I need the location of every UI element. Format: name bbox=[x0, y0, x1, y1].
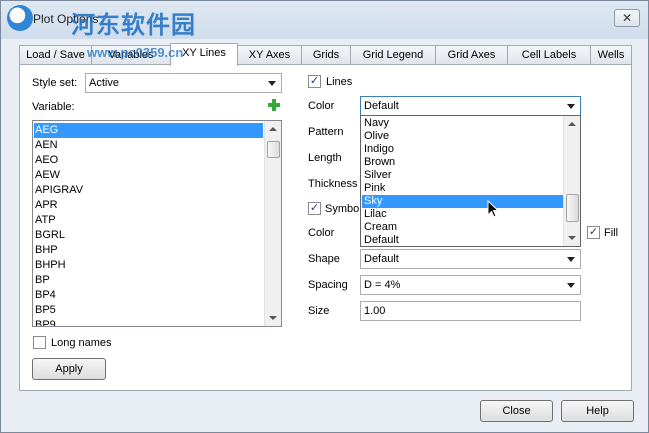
spacing-value: D = 4% bbox=[364, 279, 401, 291]
list-item[interactable]: APR bbox=[34, 198, 263, 213]
app-icon bbox=[7, 5, 33, 31]
line-color-value: Default bbox=[364, 100, 399, 112]
list-item[interactable]: BP4 bbox=[34, 288, 263, 303]
tab-wells[interactable]: Wells bbox=[590, 45, 632, 65]
style-set-value: Active bbox=[89, 77, 119, 89]
thickness-label: Thickness bbox=[308, 178, 358, 190]
help-button[interactable]: Help bbox=[561, 400, 634, 422]
scroll-thumb[interactable] bbox=[566, 194, 579, 222]
scroll-thumb[interactable] bbox=[267, 141, 280, 158]
variable-label: Variable: bbox=[32, 101, 75, 113]
scroll-up-icon[interactable] bbox=[568, 122, 576, 126]
tab-grid-legend[interactable]: Grid Legend bbox=[350, 45, 436, 65]
scroll-down-icon[interactable] bbox=[269, 316, 277, 320]
line-color-dropdown[interactable]: Navy Olive Indigo Brown Silver Pink Sky … bbox=[360, 115, 581, 247]
length-label: Length bbox=[308, 152, 342, 164]
fill-checkbox[interactable]: ✓ bbox=[587, 226, 600, 239]
list-item[interactable]: AEG bbox=[34, 123, 263, 138]
color-option[interactable]: Cream bbox=[362, 221, 563, 234]
color-option[interactable]: Lilac bbox=[362, 208, 563, 221]
list-item[interactable]: BGRL bbox=[34, 228, 263, 243]
long-names-checkbox[interactable] bbox=[33, 336, 46, 349]
tab-grids[interactable]: Grids bbox=[301, 45, 351, 65]
close-button[interactable]: Close bbox=[480, 400, 553, 422]
lines-label: Lines bbox=[326, 76, 353, 88]
color-option[interactable]: Brown bbox=[362, 156, 563, 169]
color-option[interactable]: Indigo bbox=[362, 143, 563, 156]
lines-checkbox[interactable]: ✓ bbox=[308, 75, 321, 88]
list-item[interactable]: BP5 bbox=[34, 303, 263, 318]
line-color-select[interactable]: Default bbox=[360, 96, 581, 116]
symbol-color-label: Color bbox=[308, 227, 335, 239]
close-window-button[interactable]: ✕ bbox=[614, 9, 640, 27]
shape-label: Shape bbox=[308, 253, 340, 265]
watermark-logo: 河东软件园 bbox=[71, 12, 196, 39]
color-option-highlighted[interactable]: Sky bbox=[362, 195, 563, 208]
color-dropdown-scrollbar[interactable] bbox=[563, 116, 580, 246]
color-option[interactable]: Olive bbox=[362, 130, 563, 143]
list-item[interactable]: BP9 bbox=[34, 318, 263, 326]
spacing-label: Spacing bbox=[308, 279, 348, 291]
list-item[interactable]: AEW bbox=[34, 168, 263, 183]
pattern-label: Pattern bbox=[308, 126, 344, 138]
scroll-up-icon[interactable] bbox=[269, 127, 277, 131]
chevron-down-icon bbox=[567, 257, 575, 262]
style-set-label: Style set: bbox=[32, 77, 78, 89]
plot-options-dialog: Plot Options 河东软件园 ✕ www.pc0359.cn Load … bbox=[0, 0, 649, 433]
list-item[interactable]: ATP bbox=[34, 213, 263, 228]
list-item[interactable]: AEO bbox=[34, 153, 263, 168]
list-item[interactable]: BHP bbox=[34, 243, 263, 258]
tab-cell-labels[interactable]: Cell Labels bbox=[507, 45, 591, 65]
chevron-down-icon bbox=[567, 283, 575, 288]
tab-load-save[interactable]: Load / Save bbox=[19, 45, 92, 65]
symbols-checkbox[interactable]: ✓ bbox=[308, 202, 321, 215]
mouse-cursor-icon bbox=[487, 200, 500, 218]
color-option[interactable]: Navy bbox=[362, 117, 563, 130]
tab-xy-axes[interactable]: XY Axes bbox=[237, 45, 302, 65]
list-item[interactable]: BP bbox=[34, 273, 263, 288]
color-option[interactable]: Default bbox=[362, 234, 563, 246]
line-color-label: Color bbox=[308, 100, 335, 112]
apply-button[interactable]: Apply bbox=[32, 358, 106, 380]
tab-grid-axes[interactable]: Grid Axes bbox=[435, 45, 508, 65]
fill-label: Fill bbox=[604, 227, 619, 239]
color-option[interactable]: Silver bbox=[362, 169, 563, 182]
color-option[interactable]: Pink bbox=[362, 182, 563, 195]
size-label: Size bbox=[308, 305, 330, 317]
style-set-select[interactable]: Active bbox=[85, 73, 282, 93]
size-input[interactable]: 1.00 bbox=[360, 301, 581, 321]
shape-value: Default bbox=[364, 253, 399, 265]
variable-list[interactable]: AEG AEN AEO AEW APIGRAV APR ATP BGRL BHP… bbox=[32, 120, 282, 327]
list-item[interactable]: AEN bbox=[34, 138, 263, 153]
watermark-url: www.pc0359.cn bbox=[87, 45, 184, 60]
chevron-down-icon bbox=[567, 104, 575, 109]
long-names-label: Long names bbox=[51, 337, 112, 349]
list-item[interactable]: APIGRAV bbox=[34, 183, 263, 198]
add-variable-icon[interactable] bbox=[268, 99, 280, 111]
spacing-select[interactable]: D = 4% bbox=[360, 275, 581, 295]
chevron-down-icon bbox=[268, 81, 276, 86]
variable-list-scrollbar[interactable] bbox=[264, 121, 281, 326]
shape-select[interactable]: Default bbox=[360, 249, 581, 269]
scroll-down-icon[interactable] bbox=[568, 236, 576, 240]
title-bar: Plot Options 河东软件园 ✕ bbox=[1, 1, 648, 39]
list-item[interactable]: BHPH bbox=[34, 258, 263, 273]
